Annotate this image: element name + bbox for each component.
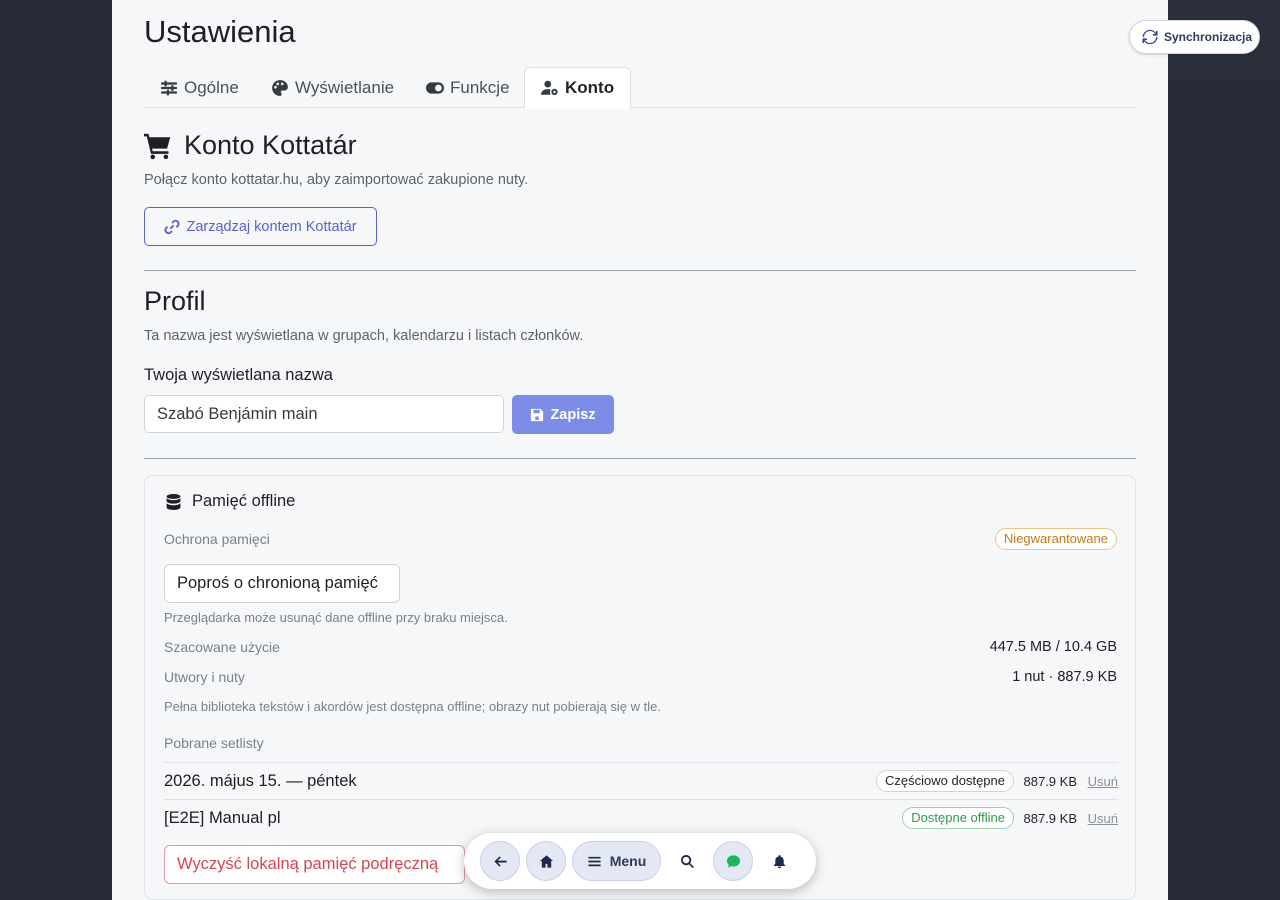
- setlist-size: 887.9 KB: [1023, 811, 1078, 826]
- tab-display[interactable]: Wyświetlanie: [255, 67, 410, 108]
- page-title: Ustawienia: [144, 14, 296, 49]
- request-persistent-storage-button[interactable]: Poproś o chronioną pamięć: [164, 564, 400, 603]
- remove-setlist-link[interactable]: Usuń: [1088, 811, 1118, 826]
- divider: [144, 270, 1136, 271]
- sync-label: Synchronizacja: [1164, 30, 1253, 44]
- shopping-cart-icon: [144, 133, 171, 159]
- setlist-status-badge: Częściowo dostępne: [876, 770, 1014, 792]
- database-icon: [166, 493, 181, 510]
- request-note: Przeglądarka może usunąć dane offline pr…: [164, 610, 508, 625]
- search-icon: [680, 854, 694, 868]
- clear-cache-button[interactable]: Wyczyść lokalną pamięć podręczną: [164, 845, 465, 884]
- tab-general[interactable]: Ogólne: [144, 67, 255, 108]
- setlist-status-badge: Dostępne offline: [902, 807, 1014, 829]
- back-button[interactable]: [480, 841, 520, 881]
- divider: [144, 458, 1136, 459]
- protection-status-badge: Niegwarantowane: [994, 528, 1117, 550]
- sliders-icon: [161, 80, 177, 95]
- kottatar-heading-text: Konto Kottatár: [184, 130, 357, 160]
- offline-storage-title-text: Pamięć offline: [192, 492, 296, 510]
- palette-icon: [272, 79, 288, 96]
- bell-icon: [773, 854, 785, 868]
- display-name-label: Twoja wyświetlana nazwa: [144, 366, 333, 384]
- setlist-row: 2026. május 15. — péntek Częściowo dostę…: [164, 762, 1118, 800]
- library-note: Pełna biblioteka tekstów i akordów jest …: [164, 699, 661, 714]
- kottatar-heading: Konto Kottatár: [144, 130, 357, 161]
- toggle-icon: [426, 81, 444, 94]
- profile-heading: Profil: [144, 286, 206, 316]
- display-name-input[interactable]: [144, 395, 504, 433]
- menu-button[interactable]: Menu: [572, 841, 661, 881]
- profile-description: Ta nazwa jest wyświetlana w grupach, kal…: [144, 328, 584, 344]
- kottatar-description: Połącz konto kottatar.hu, aby zaimportow…: [144, 172, 529, 188]
- storage-protection-label: Ochrona pamięci: [164, 531, 270, 547]
- save-label: Zapisz: [550, 406, 596, 423]
- link-icon: [164, 219, 181, 234]
- setlist-name: [E2E] Manual pl: [164, 809, 281, 827]
- setlist-size: 887.9 KB: [1023, 774, 1078, 789]
- home-button[interactable]: [526, 841, 566, 881]
- setlist-name: 2026. május 15. — péntek: [164, 772, 357, 790]
- chat-bubble-icon: [726, 854, 740, 868]
- sync-button[interactable]: Synchronizacja: [1129, 20, 1260, 54]
- right-gutter: [1168, 0, 1280, 900]
- songs-label: Utwory i nuty: [164, 669, 245, 685]
- tab-account[interactable]: Konto: [524, 67, 632, 109]
- setlist-row: [E2E] Manual pl Dostępne offline 887.9 K…: [164, 799, 1118, 837]
- floppy-disk-icon: [531, 408, 544, 421]
- home-icon: [539, 854, 553, 868]
- estimated-usage-value: 447.5 MB / 10.4 GB: [989, 639, 1117, 655]
- notifications-button[interactable]: [759, 841, 799, 881]
- bottom-navigation: Menu: [464, 833, 816, 889]
- offline-storage-title: Pamięć offline: [165, 492, 295, 511]
- remove-setlist-link[interactable]: Usuń: [1088, 774, 1118, 789]
- tab-features[interactable]: Funkcje: [410, 67, 526, 108]
- menu-label: Menu: [609, 853, 647, 869]
- hamburger-icon: [588, 856, 601, 866]
- settings-tabs: Ogólne Wyświetlanie Funkcje Konto: [144, 67, 1136, 109]
- downloaded-setlists-label: Pobrane setlisty: [164, 735, 264, 751]
- tab-label: Ogólne: [184, 77, 239, 97]
- user-gear-icon: [541, 80, 558, 96]
- tab-label: Funkcje: [450, 77, 510, 97]
- tab-label: Konto: [565, 78, 615, 97]
- chat-button[interactable]: [713, 841, 753, 881]
- tab-label: Wyświetlanie: [295, 77, 395, 97]
- save-button[interactable]: Zapisz: [512, 395, 614, 434]
- sync-icon: [1142, 29, 1158, 45]
- songs-value: 1 nut · 887.9 KB: [1012, 669, 1117, 685]
- arrow-left-icon: [493, 855, 507, 867]
- search-button[interactable]: [667, 841, 707, 881]
- estimated-usage-label: Szacowane użycie: [164, 639, 280, 655]
- manage-kottatar-button[interactable]: Zarządzaj kontem Kottatár: [144, 207, 377, 246]
- manage-kottatar-label: Zarządzaj kontem Kottatár: [186, 218, 357, 235]
